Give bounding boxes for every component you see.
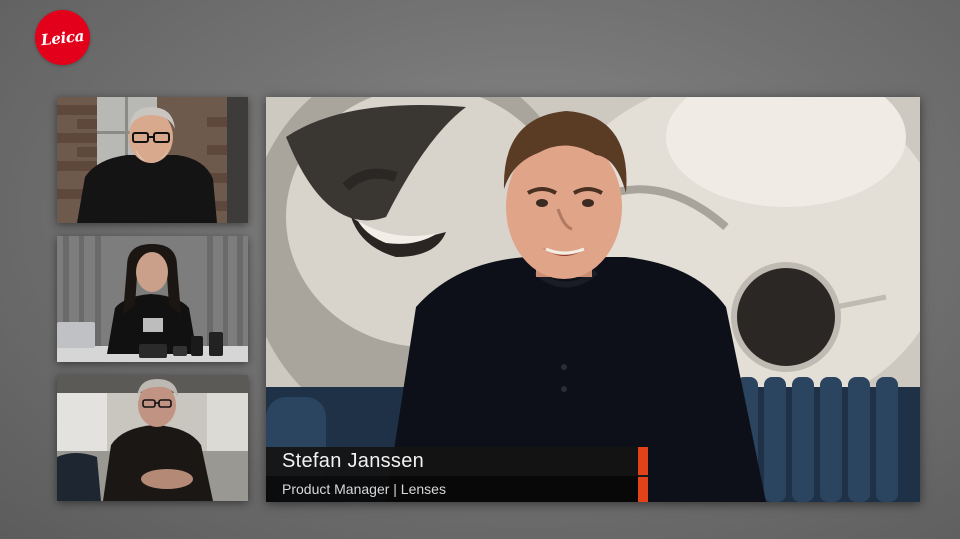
main-speaker-video[interactable]: Stefan Janssen Product Manager | Lenses: [266, 97, 920, 502]
speaker-name: Stefan Janssen: [282, 450, 425, 472]
participant-video-3[interactable]: [57, 375, 248, 501]
leica-logo: Leica: [35, 10, 90, 65]
participant-3-image: [57, 375, 248, 501]
speaker-title: Product Manager | Lenses: [282, 481, 446, 497]
name-bar: Stefan Janssen: [266, 447, 638, 476]
logo-text: Leica: [40, 26, 85, 49]
title-bar: Product Manager | Lenses: [266, 476, 638, 502]
participant-2-image: [57, 236, 248, 362]
participant-1-image: [57, 97, 248, 223]
speaker-lower-third: Stefan Janssen Product Manager | Lenses: [266, 447, 648, 502]
participant-video-1[interactable]: [57, 97, 248, 223]
participant-video-2[interactable]: [57, 236, 248, 362]
main-speaker-image: [266, 97, 920, 502]
accent-divider: [638, 475, 648, 477]
